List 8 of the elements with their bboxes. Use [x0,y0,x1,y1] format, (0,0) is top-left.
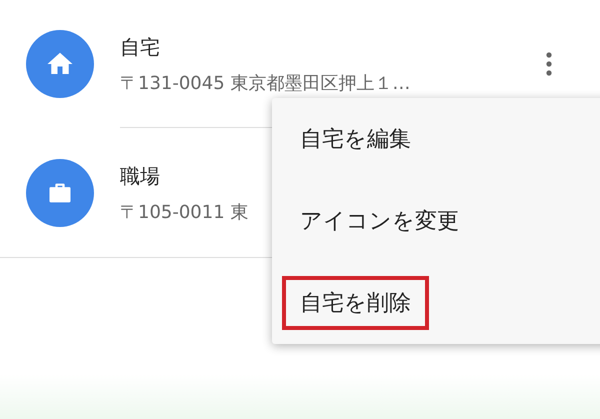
menu-item[interactable]: 自宅を編集 [282,112,429,166]
place-name: 職場 [120,162,161,190]
place-name: 自宅 [120,34,161,60]
place-address: 〒131-0045 東京都墨田区押上１… [120,72,410,94]
place-address: 〒105-0011 東 [120,200,248,224]
menu-item[interactable]: アイコンを変更 [282,194,477,248]
more-icon[interactable] [546,52,552,76]
menu-item[interactable]: 自宅を削除 [282,276,429,330]
